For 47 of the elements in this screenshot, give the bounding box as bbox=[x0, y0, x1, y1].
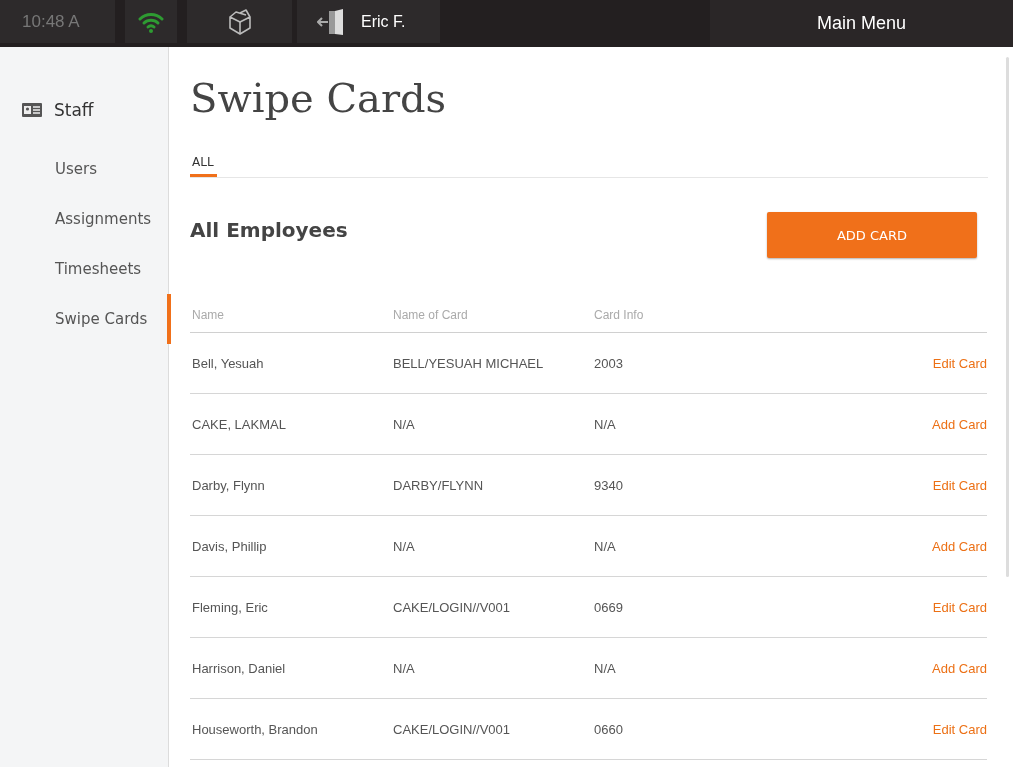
card-action-link[interactable]: Add Card bbox=[932, 660, 987, 676]
table-cell: N/A bbox=[393, 538, 415, 554]
card-action-link[interactable]: Edit Card bbox=[932, 477, 987, 493]
sidebar-item[interactable]: Users bbox=[0, 144, 171, 194]
page-title: Swipe Cards bbox=[190, 75, 448, 121]
table-cell: 0660 bbox=[594, 721, 623, 737]
add-card-button[interactable]: ADD CARD bbox=[767, 212, 977, 258]
table-cell: N/A bbox=[594, 416, 616, 432]
table-cell: N/A bbox=[393, 416, 415, 432]
table-cell: N/A bbox=[594, 538, 616, 554]
sidebar-item[interactable]: Swipe Cards bbox=[0, 294, 171, 344]
table-cell: CAKE, LAKMAL bbox=[192, 416, 286, 432]
id-card-icon bbox=[22, 103, 42, 117]
section-heading: All Employees bbox=[190, 218, 348, 242]
sidebar-item[interactable]: Timesheets bbox=[0, 244, 171, 294]
table-cell: N/A bbox=[393, 660, 415, 676]
column-header: Name bbox=[190, 308, 391, 333]
table-cell: DARBY/FLYNN bbox=[393, 477, 484, 493]
wifi-icon[interactable] bbox=[125, 0, 177, 43]
table-cell: BELL/YESUAH MICHAEL bbox=[393, 355, 544, 371]
card-action-link[interactable]: Edit Card bbox=[932, 599, 987, 615]
tab[interactable]: ALL bbox=[190, 155, 217, 177]
logout-button[interactable]: Eric F. bbox=[297, 0, 440, 43]
table-cell: CAKE/LOGIN//V001 bbox=[393, 721, 511, 737]
table-cell: Houseworth, Brandon bbox=[192, 721, 318, 737]
card-action-link[interactable]: Add Card bbox=[932, 416, 987, 432]
table-cell: 9340 bbox=[594, 477, 623, 493]
main-menu-button[interactable]: Main Menu bbox=[710, 0, 1013, 47]
column-header: Card Info bbox=[592, 308, 780, 333]
table-cell: 2003 bbox=[594, 355, 623, 371]
table-cell: 0669 bbox=[594, 599, 623, 615]
sidebar-item[interactable]: Assignments bbox=[0, 194, 171, 244]
section-title: Staff bbox=[54, 100, 94, 120]
card-action-link[interactable]: Add Card bbox=[932, 538, 987, 554]
scrollbar[interactable] bbox=[1006, 57, 1009, 577]
card-action-link[interactable]: Edit Card bbox=[932, 355, 987, 371]
table-cell: Harrison, Daniel bbox=[192, 660, 286, 676]
clock-text: 10:48 A bbox=[0, 0, 115, 43]
box-icon[interactable] bbox=[187, 0, 292, 43]
column-header: Name of Card bbox=[391, 308, 592, 333]
table-cell: Bell, Yesuah bbox=[192, 355, 264, 371]
table-cell: N/A bbox=[594, 660, 616, 676]
table-cell: Darby, Flynn bbox=[192, 477, 265, 493]
table-cell: Fleming, Eric bbox=[192, 599, 268, 615]
table-cell: Davis, Phillip bbox=[192, 538, 267, 554]
card-action-link[interactable]: Edit Card bbox=[932, 721, 987, 737]
table-cell: CAKE/LOGIN//V001 bbox=[393, 599, 511, 615]
